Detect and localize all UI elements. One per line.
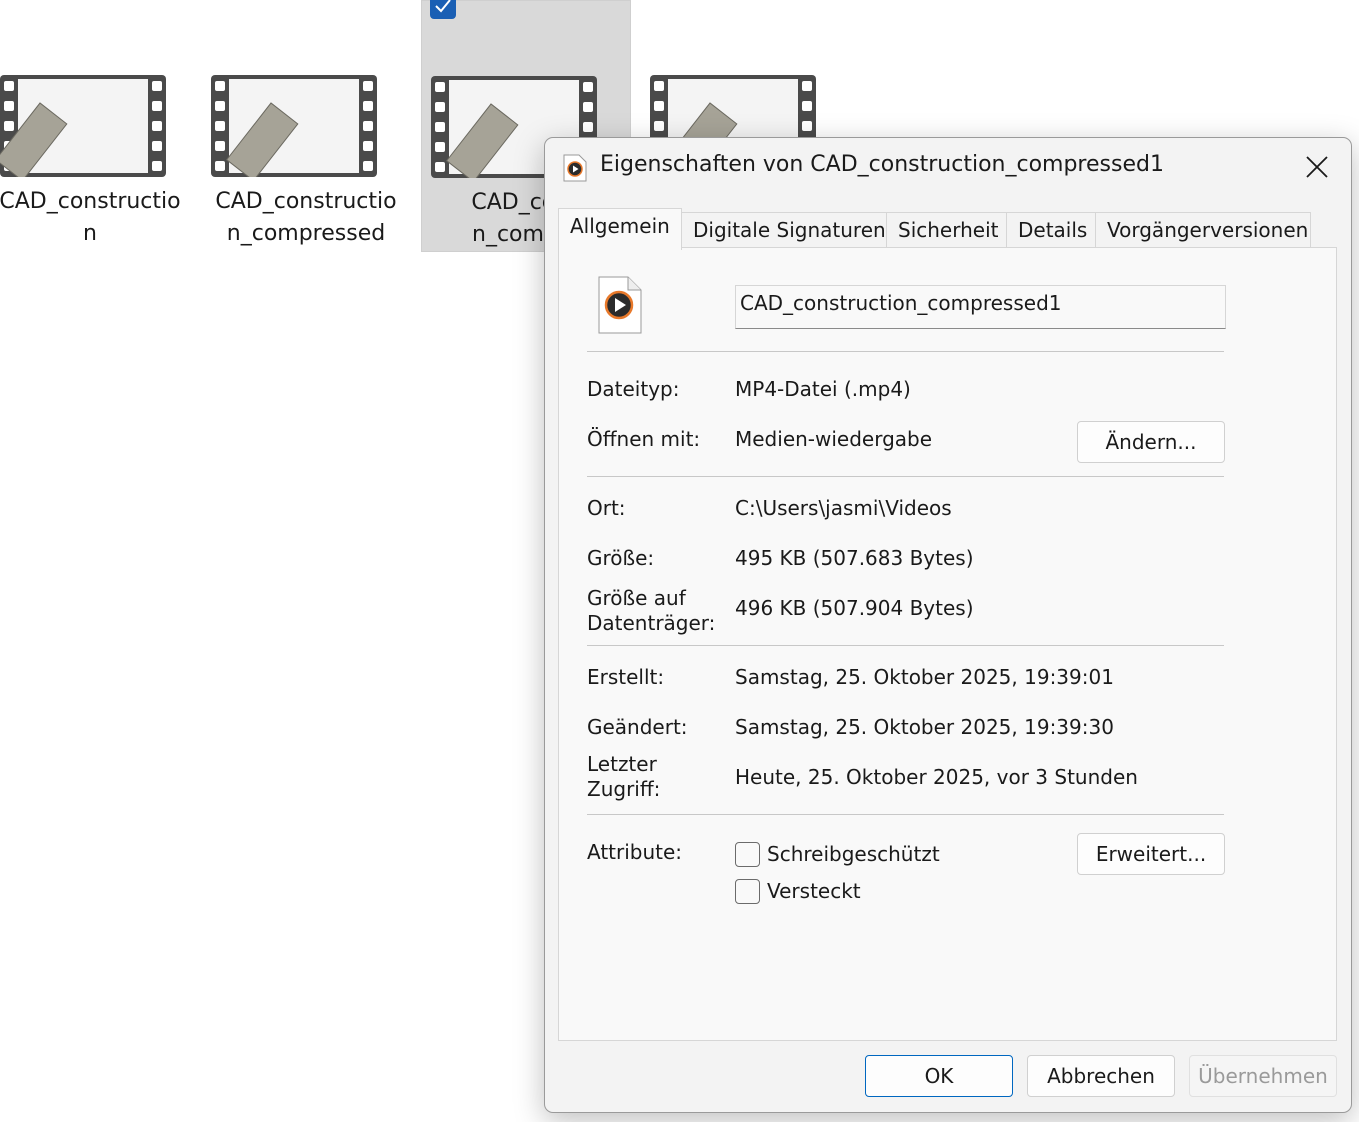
accessed-label-line2: Zugriff: [587,777,661,801]
location-label: Ort: [587,496,626,520]
separator [587,351,1224,352]
general-tab-panel: CAD_construction_compressed1 Dateityp: M… [558,247,1337,1041]
video-file-icon [563,154,587,182]
tab-digitale-signaturen[interactable]: Digitale Signaturen [681,212,887,248]
separator [587,645,1224,646]
tab-bar: Allgemein Digitale Signaturen Sicherheit… [558,208,1338,250]
apply-button[interactable]: Übernehmen [1189,1055,1337,1097]
readonly-checkbox-label[interactable]: Schreibgeschützt [767,842,940,867]
accessed-label-line1: Letzter [587,752,657,776]
file-name-label: CAD_constructio n [0,189,181,246]
separator [587,814,1224,815]
hidden-checkbox-label[interactable]: Versteckt [767,879,861,904]
properties-dialog: Eigenschaften von CAD_construction_compr… [544,137,1352,1113]
close-icon [1306,156,1328,178]
dialog-title: Eigenschaften von CAD_construction_compr… [600,152,1164,177]
modified-label: Geändert: [587,715,688,739]
accessed-value: Heute, 25. Oktober 2025, vor 3 Stunden [735,765,1138,789]
filetype-label: Dateityp: [587,377,680,401]
attributes-label: Attribute: [587,840,683,864]
change-button[interactable]: Ändern... [1077,421,1225,463]
tab-details[interactable]: Details [1006,212,1096,248]
hidden-checkbox[interactable] [735,879,760,904]
modified-value: Samstag, 25. Oktober 2025, 19:39:30 [735,715,1114,739]
size-on-disk-value: 496 KB (507.904 Bytes) [735,596,974,620]
video-thumbnail [0,75,166,177]
checkmark-icon [435,0,451,13]
size-on-disk-label-line1: Größe auf [587,586,686,610]
filetype-value: MP4-Datei (.mp4) [735,377,911,401]
dialog-titlebar[interactable]: Eigenschaften von CAD_construction_compr… [545,138,1351,200]
created-value: Samstag, 25. Oktober 2025, 19:39:01 [735,665,1114,689]
open-with-value: Medien-wiedergabe [735,427,933,451]
file-item-cad-construction-compressed[interactable]: CAD_constructio n_compressed [200,0,410,252]
created-label: Erstellt: [587,665,665,689]
file-item-cad-construction[interactable]: CAD_constructio n [0,0,200,252]
file-name-label: CAD_constructio n_compressed [215,189,397,246]
video-file-icon [598,276,642,334]
size-value: 495 KB (507.683 Bytes) [735,546,974,570]
location-value: C:\Users\jasmi\Videos [735,496,952,520]
ok-button[interactable]: OK [865,1055,1013,1097]
file-name-input[interactable]: CAD_construction_compressed1 [735,285,1226,329]
tab-sicherheit[interactable]: Sicherheit [886,212,1007,248]
size-on-disk-label-line2: Datenträger: [587,611,716,635]
size-label: Größe: [587,546,655,570]
tab-vorgaengerversionen[interactable]: Vorgängerversionen [1095,212,1311,248]
tab-allgemein[interactable]: Allgemein [558,208,682,250]
selection-checkbox[interactable] [430,0,456,19]
close-button[interactable] [1297,148,1337,186]
readonly-checkbox[interactable] [735,842,760,867]
cancel-button[interactable]: Abbrechen [1027,1055,1175,1097]
advanced-button[interactable]: Erweitert... [1077,833,1225,875]
separator [587,476,1224,477]
open-with-label: Öffnen mit: [587,427,701,451]
video-thumbnail [211,75,377,177]
